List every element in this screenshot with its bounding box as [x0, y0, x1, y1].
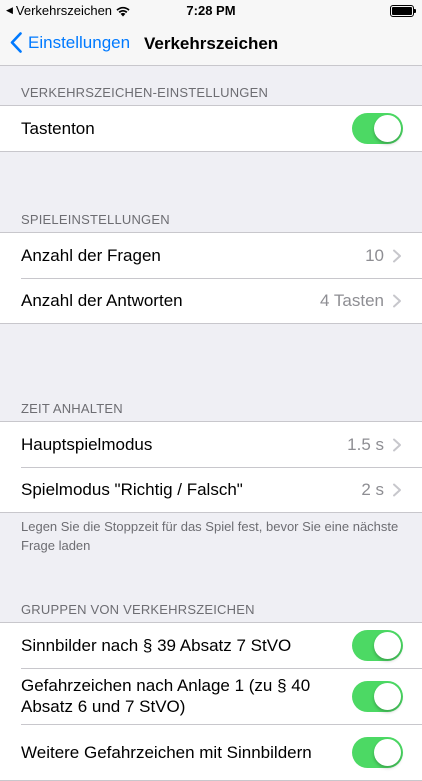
settings-group-gruppen: Sinnbilder nach § 39 Absatz 7 StVO Gefah…	[0, 622, 422, 781]
row-value: 1.5 s	[347, 434, 384, 454]
section-header-verkehrszeichen-einstellungen: VERKEHRSZEICHEN-EINSTELLUNGEN	[21, 85, 269, 100]
tastenton-toggle[interactable]	[352, 113, 403, 144]
row-value: 10	[365, 245, 384, 265]
row-hauptspielmodus[interactable]: Hauptspielmodus 1.5 s	[0, 422, 422, 467]
battery-level	[392, 7, 412, 15]
chevron-left-icon	[10, 32, 22, 53]
settings-group-spieleinstellungen: Anzahl der Fragen 10 Anzahl der Antworte…	[0, 232, 422, 324]
section-footer-note: Legen Sie die Stoppzeit für das Spiel fe…	[21, 519, 399, 553]
row-label: Anzahl der Fragen	[21, 245, 161, 265]
row-value: 4 Tasten	[320, 290, 384, 310]
settings-group-verkehrszeichen: Tastenton	[0, 105, 422, 152]
row-gefahrzeichen: Gefahrzeichen nach Anlage 1 (zu § 40 Abs…	[0, 668, 422, 724]
chevron-right-icon	[393, 438, 401, 451]
chevron-right-icon	[393, 483, 401, 496]
row-label: Spielmodus "Richtig / Falsch"	[21, 479, 243, 499]
gefahrzeichen-toggle[interactable]	[352, 680, 403, 712]
section-header-spieleinstellungen: SPIELEINSTELLUNGEN	[21, 212, 170, 227]
section-header-zeit-anhalten: ZEIT ANHALTEN	[21, 401, 123, 416]
chevron-right-icon	[393, 249, 401, 262]
row-tastenton: Tastenton	[0, 106, 422, 151]
row-value: 2 s	[361, 479, 384, 499]
row-label: Weitere Gefahrzeichen mit Sinnbildern	[21, 742, 312, 762]
back-button[interactable]: Einstellungen	[10, 32, 130, 53]
page-title: Verkehrszeichen	[144, 34, 279, 53]
navigation-bar: Einstellungen Verkehrszeichen	[0, 22, 422, 66]
toggle-knob	[374, 632, 401, 659]
row-label: Gefahrzeichen nach Anlage 1 (zu § 40 Abs…	[21, 676, 311, 716]
section-header-gruppen-von-verkehrszeichen: GRUPPEN VON VERKEHRSZEICHEN	[21, 602, 255, 617]
settings-group-zeit-anhalten: Hauptspielmodus 1.5 s Spielmodus "Richti…	[0, 421, 422, 513]
status-bar: ◀ Verkehrszeichen 7:28 PM	[0, 0, 422, 22]
row-weitere-gefahrzeichen: Weitere Gefahrzeichen mit Sinnbildern	[0, 724, 422, 780]
weitere-gefahrzeichen-toggle[interactable]	[352, 736, 403, 768]
sinnbilder-toggle[interactable]	[352, 630, 403, 661]
row-sinnbilder: Sinnbilder nach § 39 Absatz 7 StVO	[0, 623, 422, 668]
row-label: Anzahl der Antworten	[21, 290, 183, 310]
toggle-knob	[374, 682, 401, 710]
toggle-knob	[374, 115, 401, 142]
row-spielmodus-richtig-falsch[interactable]: Spielmodus "Richtig / Falsch" 2 s	[0, 467, 422, 512]
row-anzahl-antworten[interactable]: Anzahl der Antworten 4 Tasten	[0, 278, 422, 323]
back-button-label: Einstellungen	[28, 32, 131, 52]
row-label: Tastenton	[21, 118, 95, 138]
status-time: 7:28 PM	[186, 3, 236, 18]
row-anzahl-fragen[interactable]: Anzahl der Fragen 10	[0, 233, 422, 278]
toggle-knob	[374, 738, 401, 766]
row-label: Hauptspielmodus	[21, 434, 153, 454]
chevron-right-icon	[393, 294, 401, 307]
row-label: Sinnbilder nach § 39 Absatz 7 StVO	[21, 635, 292, 655]
battery-icon	[390, 5, 416, 17]
